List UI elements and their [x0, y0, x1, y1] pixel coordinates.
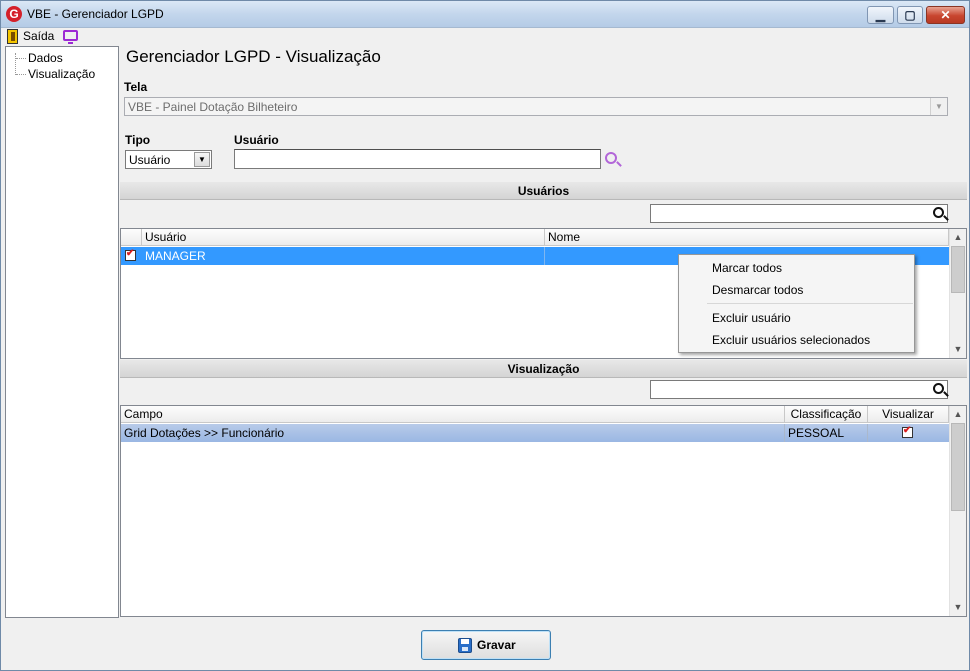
- app-logo-icon: G: [6, 6, 22, 22]
- menu-item-excluir-usuario[interactable]: Excluir usuário: [712, 311, 791, 325]
- menu-item-desmarcar-todos[interactable]: Desmarcar todos: [712, 283, 803, 297]
- title-bar[interactable]: G VBE - Gerenciador LGPD ▁ ▢ ✕: [1, 1, 969, 28]
- save-button[interactable]: Gravar: [421, 630, 551, 660]
- cell-campo: Grid Dotações >> Funcionário: [121, 424, 785, 442]
- view-filter-input[interactable]: [650, 380, 948, 399]
- view-grid: Campo Classificação Visualizar Grid Dota…: [120, 405, 967, 617]
- column-header-campo[interactable]: Campo: [121, 406, 785, 423]
- view-section-header: Visualização: [120, 360, 967, 378]
- tree-item-dados[interactable]: Dados: [28, 51, 63, 65]
- page-title: Gerenciador LGPD - Visualização: [126, 47, 381, 66]
- column-header-classificacao[interactable]: Classificação: [785, 406, 868, 423]
- tree-connector: [15, 53, 16, 75]
- main-window: G VBE - Gerenciador LGPD ▁ ▢ ✕ Saída Dad…: [0, 0, 970, 671]
- scroll-up-icon[interactable]: ▲: [950, 229, 966, 246]
- minimize-icon: ▁: [875, 8, 886, 22]
- scroll-down-icon[interactable]: ▼: [950, 599, 966, 616]
- navigation-tree: Dados Visualização: [5, 46, 119, 618]
- users-scrollbar[interactable]: ▲ ▼: [949, 229, 966, 358]
- scroll-thumb[interactable]: [951, 423, 965, 511]
- save-disk-icon: [458, 638, 472, 653]
- save-button-label: Gravar: [477, 638, 516, 652]
- column-header-usuario[interactable]: Usuário: [142, 229, 545, 246]
- usuario-label: Usuário: [234, 133, 279, 147]
- view-scrollbar[interactable]: ▲ ▼: [949, 406, 966, 616]
- tela-label: Tela: [124, 80, 148, 94]
- maximize-icon: ▢: [904, 8, 916, 22]
- scroll-down-icon[interactable]: ▼: [950, 341, 966, 358]
- close-button[interactable]: ✕: [926, 6, 965, 24]
- context-menu: Marcar todos Desmarcar todos Excluir usu…: [678, 254, 915, 353]
- exit-door-icon[interactable]: [7, 29, 18, 44]
- visualizar-checkbox[interactable]: [902, 425, 913, 438]
- column-header-check[interactable]: [121, 229, 142, 246]
- cell-usuario: MANAGER: [142, 247, 545, 265]
- scroll-up-icon[interactable]: ▲: [950, 406, 966, 423]
- tipo-select[interactable]: Usuário ▼: [125, 150, 212, 169]
- search-icon[interactable]: [933, 207, 944, 218]
- tree-connector: [16, 74, 26, 75]
- column-header-visualizar[interactable]: Visualizar: [868, 406, 949, 423]
- tela-select[interactable]: VBE - Painel Dotação Bilheteiro ▼: [124, 97, 948, 116]
- exit-menu-item[interactable]: Saída: [23, 29, 54, 43]
- table-row[interactable]: Grid Dotações >> Funcionário PESSOAL: [121, 424, 949, 442]
- scroll-thumb[interactable]: [951, 246, 965, 293]
- search-icon[interactable]: [933, 383, 944, 394]
- window-title: VBE - Gerenciador LGPD: [27, 7, 164, 21]
- tree-item-visualizacao[interactable]: Visualização: [28, 67, 95, 81]
- menu-bar: Saída: [1, 28, 969, 46]
- menu-item-marcar-todos[interactable]: Marcar todos: [712, 261, 782, 275]
- column-header-nome[interactable]: Nome: [545, 229, 949, 246]
- tipo-label: Tipo: [125, 133, 151, 147]
- maximize-button[interactable]: ▢: [897, 6, 923, 24]
- users-section-header: Usuários: [120, 182, 967, 200]
- minimize-button[interactable]: ▁: [867, 6, 894, 24]
- close-icon: ✕: [940, 8, 951, 22]
- monitor-icon[interactable]: [63, 30, 78, 44]
- menu-item-excluir-selecionados[interactable]: Excluir usuários selecionados: [712, 333, 870, 347]
- tela-select-value: VBE - Painel Dotação Bilheteiro: [128, 100, 298, 114]
- menu-separator: [707, 303, 913, 304]
- search-user-icon[interactable]: [605, 152, 617, 164]
- usuario-input[interactable]: [234, 149, 601, 169]
- tipo-select-value: Usuário: [129, 153, 171, 167]
- row-checkbox[interactable]: [125, 248, 136, 261]
- cell-classificacao: PESSOAL: [785, 424, 868, 442]
- chevron-down-icon[interactable]: ▼: [194, 152, 210, 167]
- tree-connector: [16, 58, 26, 59]
- users-filter-input[interactable]: [650, 204, 948, 223]
- chevron-down-icon[interactable]: ▼: [930, 98, 947, 115]
